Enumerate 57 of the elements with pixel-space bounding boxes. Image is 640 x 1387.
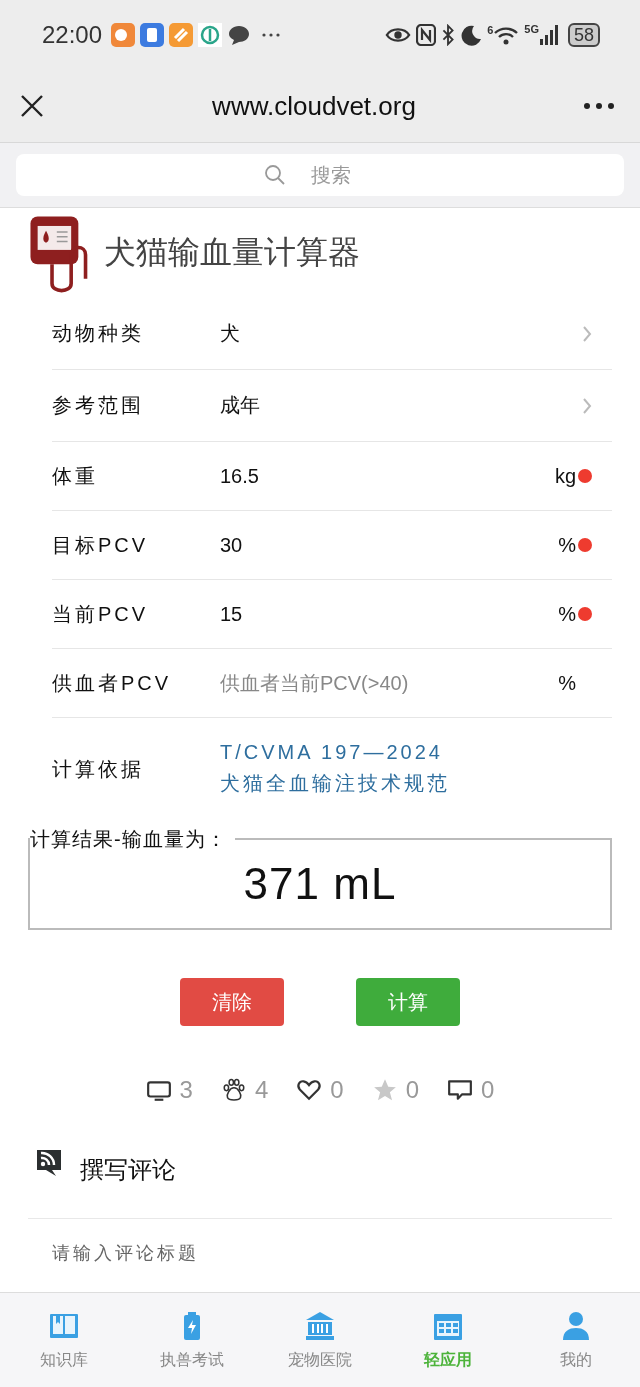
unit-label: % — [558, 602, 576, 626]
unit-label: % — [558, 533, 576, 557]
building-icon — [304, 1309, 336, 1342]
signal-icon — [538, 24, 559, 46]
battery-indicator: 58 — [567, 23, 600, 47]
wifi-label: 6 — [487, 25, 494, 36]
select-value[interactable]: 成年 — [220, 392, 582, 419]
field-label: 计算依据 — [52, 756, 145, 782]
field-label: 目标PCV — [52, 532, 150, 558]
app-notification-icon — [169, 23, 194, 47]
app-notification-icon — [198, 23, 223, 47]
stat-count: 0 — [330, 1076, 344, 1104]
field-label: 体重 — [52, 463, 99, 489]
star-icon[interactable] — [371, 1077, 398, 1103]
standard-link[interactable]: 犬猫全血输注技术规范 — [220, 770, 450, 797]
page-url-title: www.cloudvet.org — [211, 90, 417, 122]
nav-tab[interactable]: 宠物医院 — [256, 1293, 384, 1387]
stat-count: 3 — [179, 1076, 193, 1104]
nfc-icon — [416, 24, 437, 46]
stat-count: 0 — [405, 1076, 420, 1104]
eye-icon — [385, 25, 412, 45]
app-notification-icon — [111, 23, 136, 47]
field-label: 参考范围 — [52, 393, 145, 418]
chat-icon — [227, 23, 252, 47]
field-label: 当前PCV — [52, 601, 150, 627]
comment-heading: 撰写评论 — [80, 1155, 176, 1185]
network-type: 5G — [524, 24, 539, 35]
blood-bag-icon — [28, 213, 88, 293]
unit-label: kg — [554, 464, 576, 488]
nav-tab[interactable]: 执兽考试 — [128, 1293, 256, 1387]
field-label: 供血者PCV — [52, 670, 173, 696]
stat-count: 0 — [481, 1076, 495, 1104]
field-label: 动物种类 — [52, 321, 145, 346]
person-icon — [560, 1309, 592, 1342]
unit-label: % — [558, 671, 576, 695]
nav-tab[interactable]: 知识库 — [0, 1293, 128, 1387]
calculator-title: 犬猫输血量计算器 — [104, 233, 360, 272]
search-icon — [264, 164, 286, 186]
nav-tab[interactable]: 我的 — [512, 1293, 640, 1387]
more-options-icon[interactable] — [584, 103, 614, 109]
moon-icon — [460, 24, 483, 46]
heart-icon[interactable] — [296, 1077, 323, 1103]
search-field[interactable]: 搜索 — [16, 154, 624, 196]
rss-icon — [34, 1148, 64, 1178]
clear-button[interactable]: 清除 — [180, 978, 284, 1026]
result-value: 371 mL — [243, 859, 397, 909]
wifi-icon — [493, 25, 520, 45]
calculate-button[interactable]: 计算 — [356, 978, 460, 1026]
status-time: 22:00 — [42, 21, 103, 49]
bluetooth-icon — [441, 24, 456, 46]
more-notifications-icon — [262, 33, 281, 37]
select-value[interactable]: 犬 — [220, 320, 582, 347]
close-icon[interactable] — [20, 94, 44, 118]
stat-count: 4 — [254, 1076, 269, 1104]
comment-icon[interactable] — [447, 1077, 474, 1103]
standard-link[interactable]: T/CVMA 197—2024 — [220, 741, 450, 764]
app-notification-icon — [140, 23, 165, 47]
